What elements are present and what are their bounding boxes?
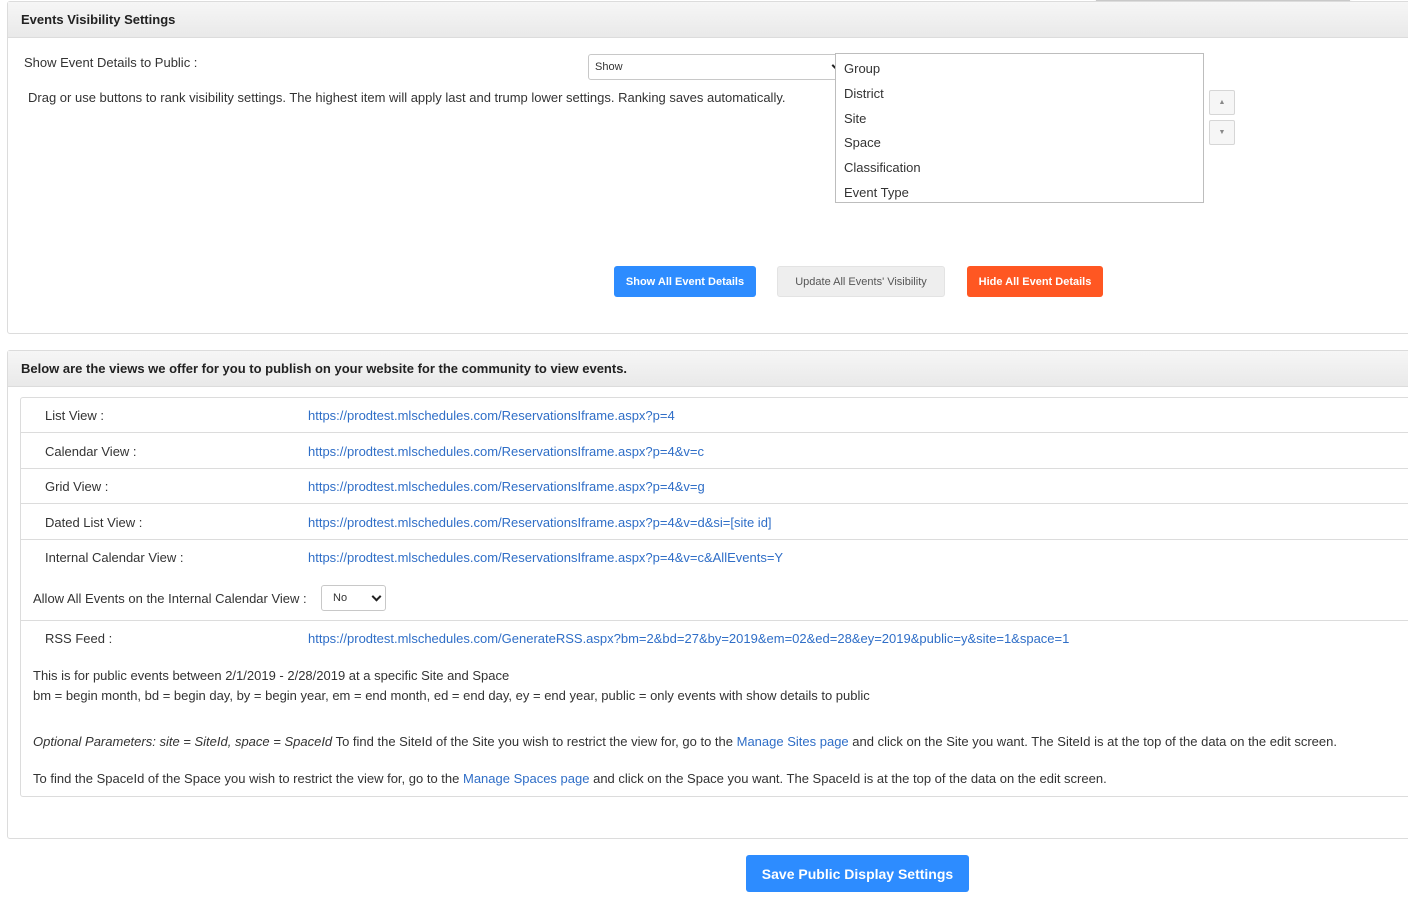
view-row-list: List View : https://prodtest.mlschedules…	[21, 398, 1408, 433]
view-row-internal-calendar: Internal Calendar View : https://prodtes…	[21, 540, 1408, 575]
rank-item-site[interactable]: Site	[836, 107, 1203, 132]
allow-all-events-select-wrap[interactable]: No	[321, 585, 386, 611]
view-label: Internal Calendar View :	[45, 550, 184, 565]
manage-sites-link[interactable]: Manage Sites page	[737, 734, 849, 749]
views-panel-title: Below are the views we offer for you to …	[8, 351, 1408, 387]
move-up-button[interactable]: ▲	[1209, 90, 1235, 115]
manage-spaces-link[interactable]: Manage Spaces page	[463, 771, 589, 786]
rss-note-range: This is for public events between 2/1/20…	[33, 668, 510, 683]
view-url-link[interactable]: https://prodtest.mlschedules.com/Reserva…	[308, 398, 675, 433]
show-all-details-button[interactable]: Show All Event Details	[614, 266, 756, 297]
rank-item-group[interactable]: Group	[836, 57, 1203, 82]
rank-item-space[interactable]: Space	[836, 131, 1203, 156]
space-help-post: and click on the Space you want. The Spa…	[593, 771, 1107, 786]
site-help-pre: To find the SiteId of the Site you wish …	[335, 734, 733, 749]
visibility-rank-list[interactable]: Group District Site Space Classification…	[835, 53, 1204, 203]
view-label: Dated List View :	[45, 515, 143, 530]
view-label: Calendar View :	[45, 444, 137, 459]
rank-instructions: Drag or use buttons to rank visibility s…	[28, 90, 786, 105]
rank-item-classification[interactable]: Classification	[836, 156, 1203, 181]
hide-all-details-button[interactable]: Hide All Event Details	[967, 266, 1103, 297]
move-down-icon: ▼	[1218, 129, 1226, 136]
show-details-label: Show Event Details to Public :	[24, 55, 198, 70]
rank-item-event-type[interactable]: Event Type	[836, 181, 1203, 206]
update-all-visibility-button[interactable]: Update All Events' Visibility	[777, 266, 945, 297]
show-details-select[interactable]: Show	[588, 54, 846, 80]
site-help-post: and click on the Site you want. The Site…	[852, 734, 1337, 749]
rss-note-params: bm = begin month, bd = begin day, by = b…	[33, 688, 870, 703]
view-url-link[interactable]: https://prodtest.mlschedules.com/Reserva…	[308, 434, 704, 469]
views-list: List View : https://prodtest.mlschedules…	[20, 397, 1408, 797]
view-label: Grid View :	[45, 479, 109, 494]
view-url-link[interactable]: https://prodtest.mlschedules.com/Reserva…	[308, 505, 772, 540]
view-url-link[interactable]: https://prodtest.mlschedules.com/Reserva…	[308, 540, 783, 575]
move-down-button[interactable]: ▼	[1209, 120, 1235, 145]
view-row-dated-list: Dated List View : https://prodtest.mlsch…	[21, 505, 1408, 540]
events-visibility-panel: Events Visibility Settings Show Event De…	[7, 1, 1408, 334]
views-panel: Below are the views we offer for you to …	[7, 350, 1408, 839]
space-help-pre: To find the SpaceId of the Space you wis…	[33, 771, 460, 786]
view-label: List View :	[45, 408, 105, 423]
allow-all-events-label: Allow All Events on the Internal Calenda…	[33, 591, 307, 606]
events-visibility-title: Events Visibility Settings	[8, 2, 1408, 38]
move-up-icon: ▲	[1218, 99, 1226, 106]
view-row-rss: RSS Feed : https://prodtest.mlschedules.…	[21, 620, 1408, 656]
view-row-grid: Grid View : https://prodtest.mlschedules…	[21, 469, 1408, 504]
site-help-text: Optional Parameters: site = SiteId, spac…	[33, 734, 1337, 749]
space-help-text: To find the SpaceId of the Space you wis…	[33, 771, 1107, 786]
allow-all-events-select[interactable]: No	[321, 585, 386, 611]
rss-url-link[interactable]: https://prodtest.mlschedules.com/Generat…	[308, 621, 1069, 656]
show-details-select-wrap[interactable]: Show	[588, 54, 846, 80]
view-row-calendar: Calendar View : https://prodtest.mlsched…	[21, 434, 1408, 469]
save-public-display-settings-button[interactable]: Save Public Display Settings	[746, 855, 969, 892]
rank-item-district[interactable]: District	[836, 82, 1203, 107]
optional-params-text: Optional Parameters: site = SiteId, spac…	[33, 734, 333, 749]
view-url-link[interactable]: https://prodtest.mlschedules.com/Reserva…	[308, 469, 705, 504]
view-label: RSS Feed :	[45, 631, 113, 646]
